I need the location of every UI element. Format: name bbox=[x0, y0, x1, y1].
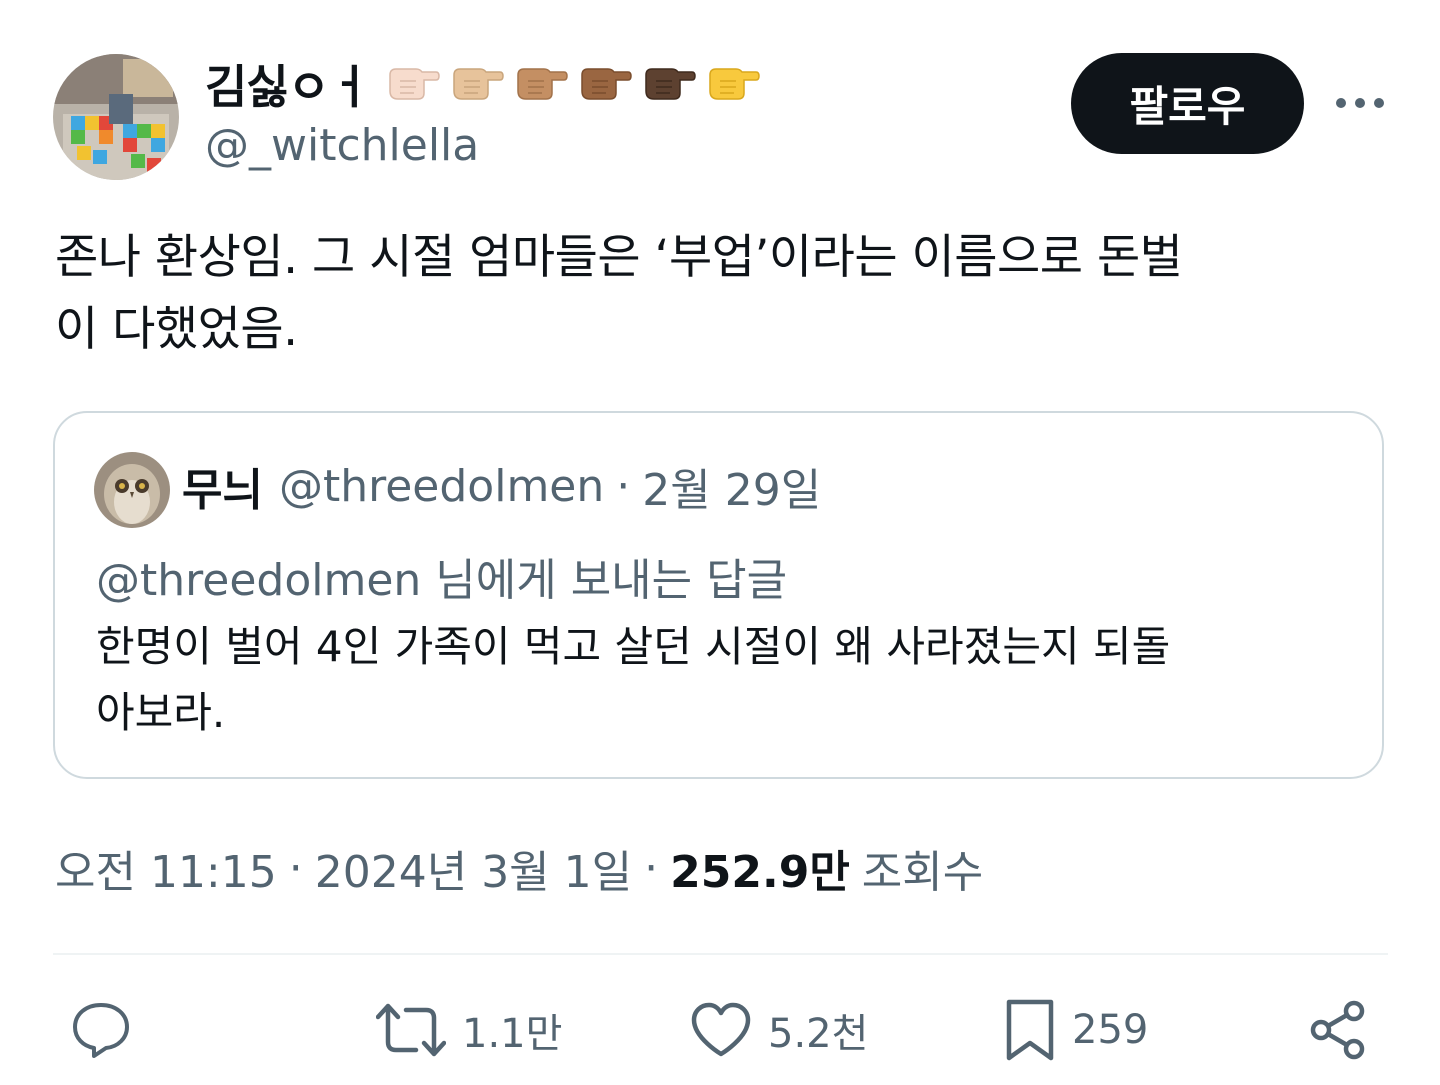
author-name-text: 김싫ㅇㅓ bbox=[205, 60, 371, 114]
tweet-meta: 오전 11:15 · 2024년 3월 1일 · 252.9만 조회수 bbox=[55, 836, 984, 900]
share-icon bbox=[1310, 1000, 1365, 1060]
hand-pointing-right-medium-icon bbox=[517, 68, 569, 100]
views-count[interactable]: 252.9만 bbox=[670, 836, 850, 900]
bookmark-icon bbox=[1006, 999, 1054, 1061]
hand-pointing-right-dark-icon bbox=[645, 68, 697, 100]
divider bbox=[53, 953, 1388, 955]
hand-pointing-right-yellow-icon bbox=[709, 68, 761, 100]
author-handle[interactable]: @_witchlella bbox=[205, 120, 479, 171]
bookmark-count: 259 bbox=[1072, 1007, 1149, 1053]
meta-separator: · bbox=[288, 842, 303, 894]
tweet-date[interactable]: 2024년 3월 1일 bbox=[315, 836, 632, 900]
like-count: 5.2천 bbox=[768, 1011, 869, 1057]
quoted-author-avatar bbox=[94, 452, 170, 528]
quoted-author-handle[interactable]: @threedolmen bbox=[279, 461, 604, 512]
reply-context: @threedolmen 님에게 보내는 답글 bbox=[96, 555, 788, 606]
hand-pointing-right-medium-light-icon bbox=[453, 68, 505, 100]
retweet-count: 1.1만 bbox=[462, 1011, 563, 1057]
quoted-tweet-date[interactable]: 2월 29일 bbox=[642, 454, 821, 518]
bookmark-button[interactable]: 259 bbox=[1004, 998, 1148, 1062]
tweet-text: 존나 환상임. 그 시절 엄마들은 ‘부업’이라는 이름으로 돈벌 이 다했었음… bbox=[55, 230, 1183, 357]
hand-pointing-right-light-icon bbox=[389, 68, 441, 100]
quoted-author-name[interactable]: 무늬 bbox=[182, 454, 263, 518]
meta-separator: · bbox=[644, 842, 659, 894]
tweet-time[interactable]: 오전 11:15 bbox=[55, 836, 277, 900]
author-display-name[interactable]: 김싫ㅇㅓ bbox=[205, 56, 770, 114]
reply-button[interactable] bbox=[70, 998, 132, 1062]
retweet-icon bbox=[376, 1003, 446, 1057]
like-button[interactable]: 5.2천 bbox=[690, 998, 868, 1062]
views-label: 조회수 bbox=[861, 847, 984, 898]
share-button[interactable] bbox=[1308, 998, 1368, 1062]
hand-pointing-right-medium-dark-icon bbox=[581, 68, 633, 100]
quoted-tweet-text: 한명이 벌어 4인 가족이 먹고 살던 시절이 왜 사라졌는지 되돌 아보라. bbox=[96, 622, 1171, 737]
follow-button[interactable]: 팔로우 bbox=[1071, 53, 1304, 154]
more-icon bbox=[1336, 98, 1384, 108]
reply-icon bbox=[73, 1003, 129, 1058]
more-options-button[interactable] bbox=[1332, 86, 1388, 120]
author-avatar[interactable] bbox=[53, 54, 179, 180]
quoted-tweet-header: 무늬 @threedolmen · 2월 29일 bbox=[182, 454, 821, 518]
retweet-button[interactable]: 1.1만 bbox=[376, 998, 562, 1062]
header-separator: · bbox=[616, 460, 631, 512]
emoji-row bbox=[386, 63, 770, 105]
heart-icon bbox=[691, 1002, 751, 1057]
